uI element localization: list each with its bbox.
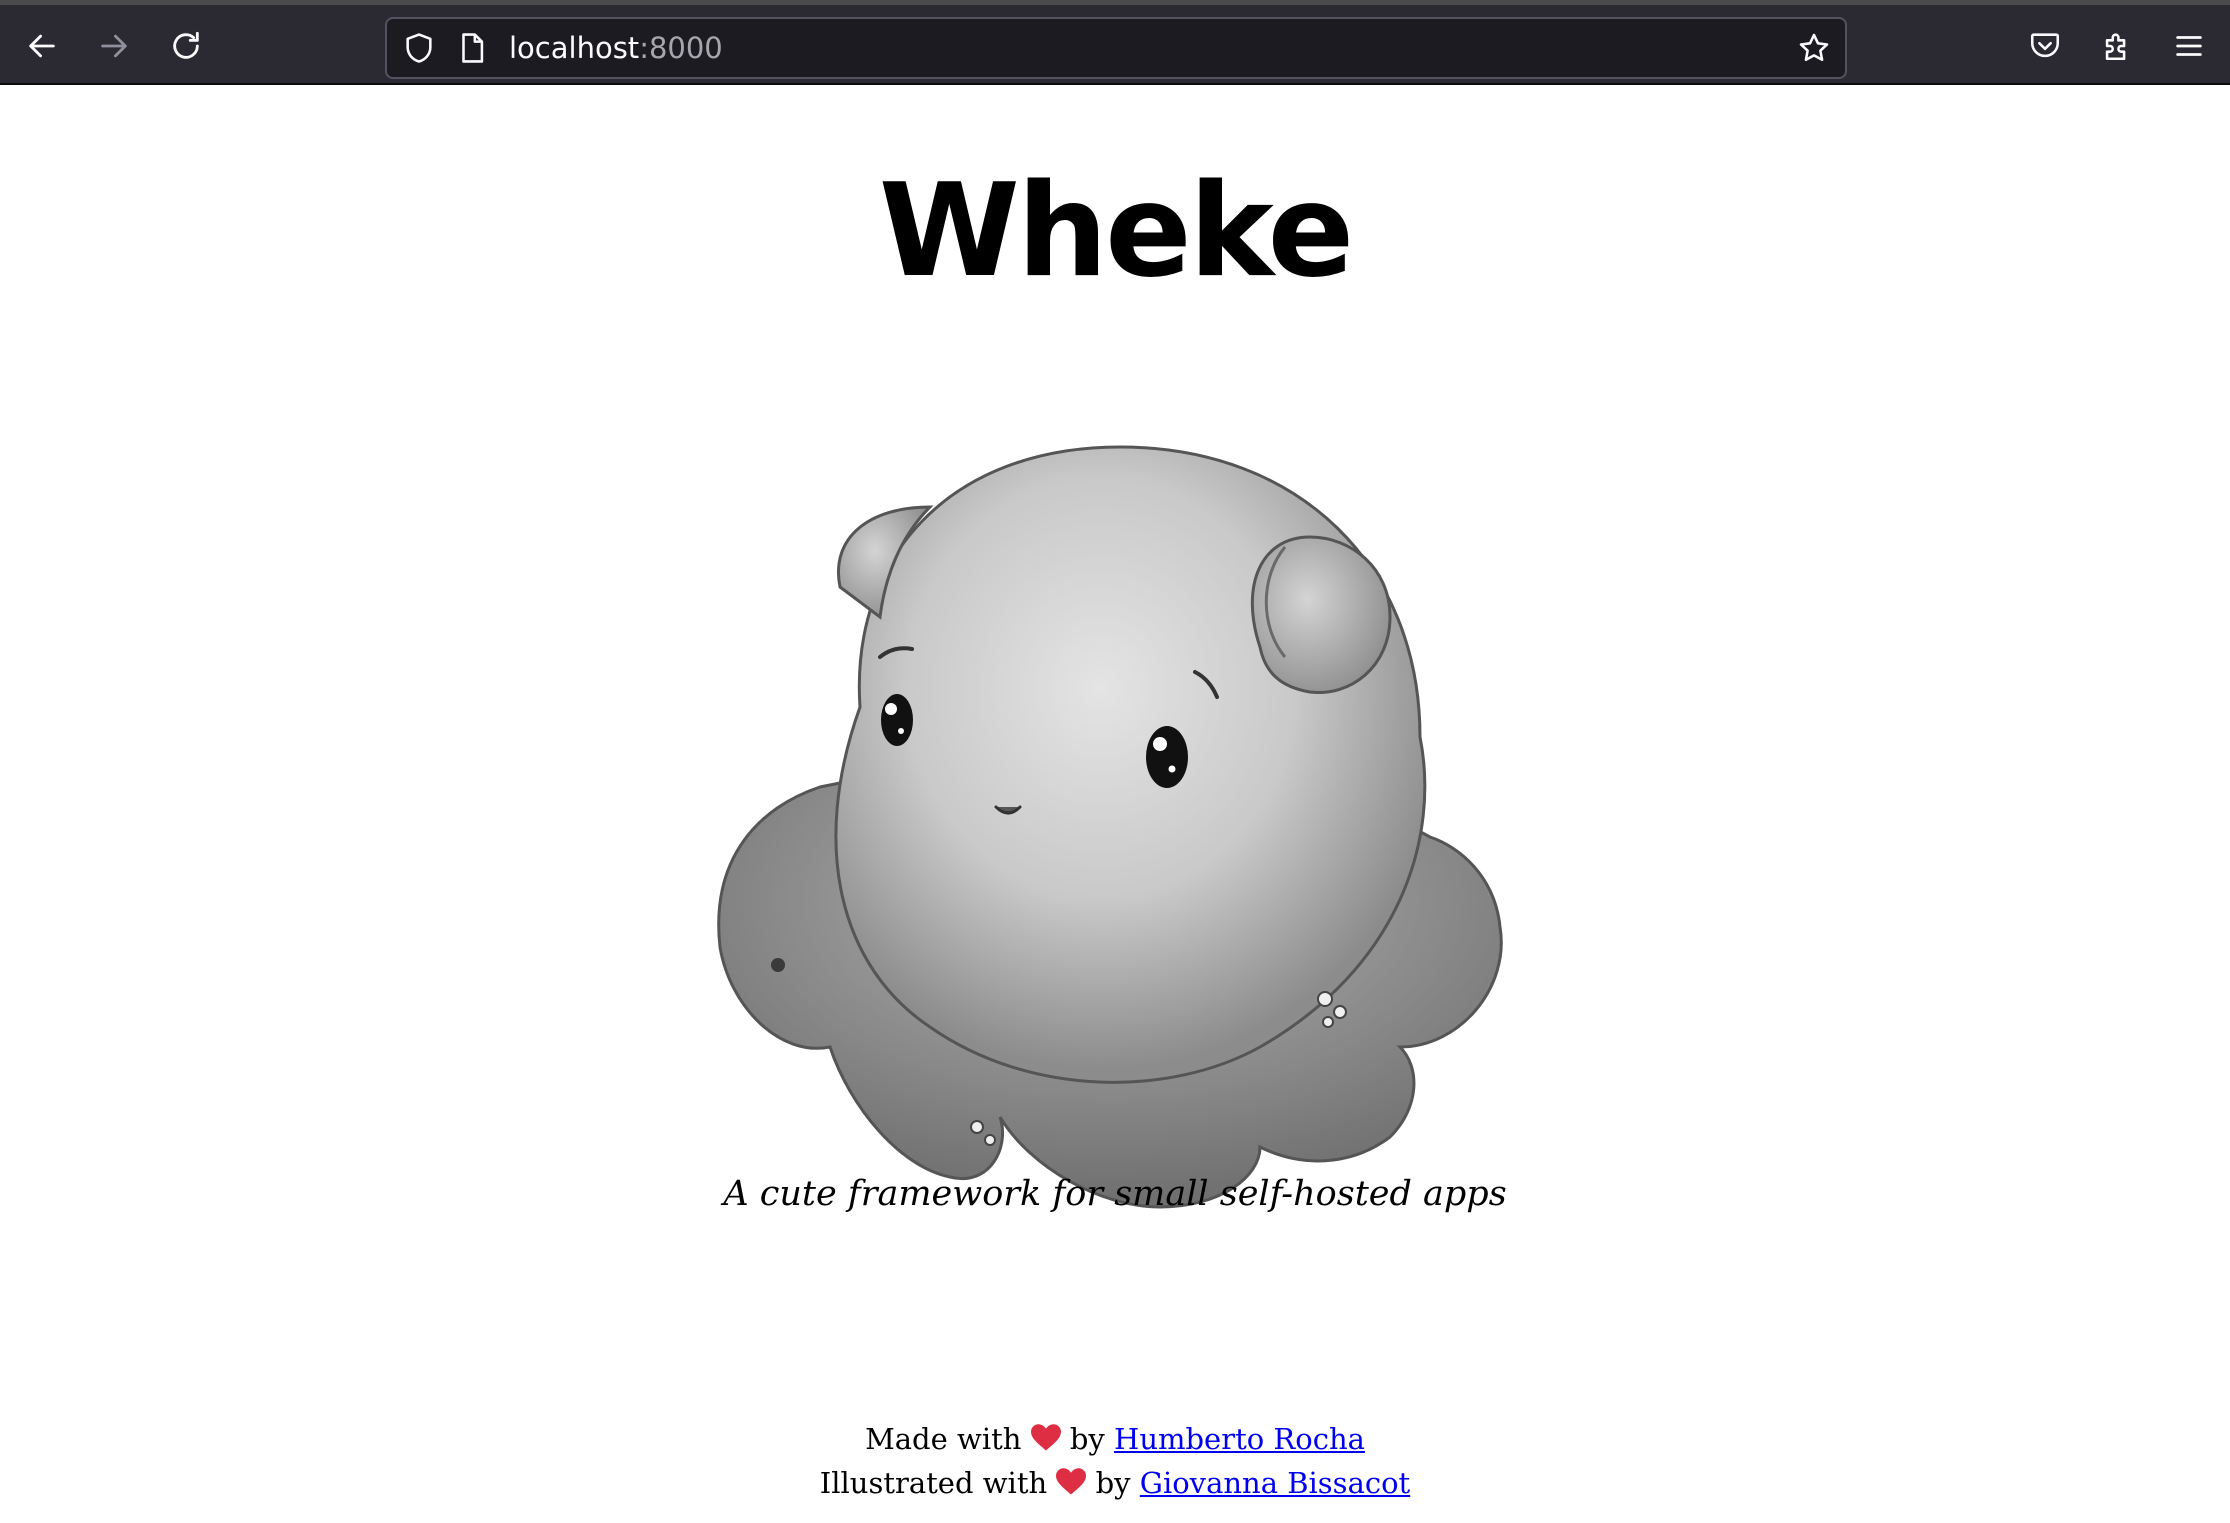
right-eye	[1146, 726, 1188, 788]
pocket-button[interactable]	[2016, 17, 2074, 75]
forward-button[interactable]	[85, 17, 143, 75]
by-text: by	[1069, 1422, 1105, 1456]
footer: Made with by Humberto Rocha Illustrated …	[0, 1417, 2230, 1505]
shield-icon[interactable]	[402, 31, 436, 65]
pocket-icon	[2030, 33, 2060, 58]
star-icon[interactable]	[1797, 31, 1831, 65]
author-link[interactable]: Humberto Rocha	[1114, 1422, 1365, 1456]
extensions-button[interactable]	[2088, 17, 2146, 75]
menu-button[interactable]	[2160, 17, 2218, 75]
heart-icon	[1056, 1468, 1087, 1495]
octopus-mascot-illustration	[717, 445, 1503, 1209]
reload-icon	[173, 31, 199, 59]
right-ear	[1250, 535, 1392, 695]
reload-button[interactable]	[157, 17, 215, 75]
arrow-left-icon	[29, 34, 55, 58]
page-icon[interactable]	[455, 31, 489, 65]
back-button[interactable]	[13, 17, 71, 75]
footer-line-illustrated-with: Illustrated with by Giovanna Bissacot	[0, 1461, 2230, 1505]
tagline: A cute framework for small self-hosted a…	[723, 1174, 1507, 1214]
footer-line-made-with: Made with by Humberto Rocha	[0, 1417, 2230, 1461]
url-text[interactable]: localhost:8000	[509, 19, 723, 77]
url-port: :8000	[639, 31, 723, 65]
made-with-text: Made with	[865, 1422, 1022, 1456]
left-eye	[881, 694, 913, 746]
address-bar[interactable]: localhost:8000	[385, 17, 1847, 79]
page-title: Wheke	[878, 157, 1355, 306]
by-text: by	[1095, 1466, 1131, 1500]
puzzle-icon	[2105, 33, 2126, 61]
arrow-right-icon	[101, 34, 127, 58]
page-content: Wheke A cute framework for small self-ho…	[0, 87, 2230, 1523]
heart-icon	[1030, 1424, 1061, 1451]
illustrator-link[interactable]: Giovanna Bissacot	[1140, 1466, 1410, 1500]
url-host: localhost	[509, 31, 640, 65]
browser-toolbar: localhost:8000	[0, 5, 2230, 85]
illustrated-with-text: Illustrated with	[819, 1466, 1048, 1500]
hamburger-menu-icon	[2176, 36, 2202, 56]
